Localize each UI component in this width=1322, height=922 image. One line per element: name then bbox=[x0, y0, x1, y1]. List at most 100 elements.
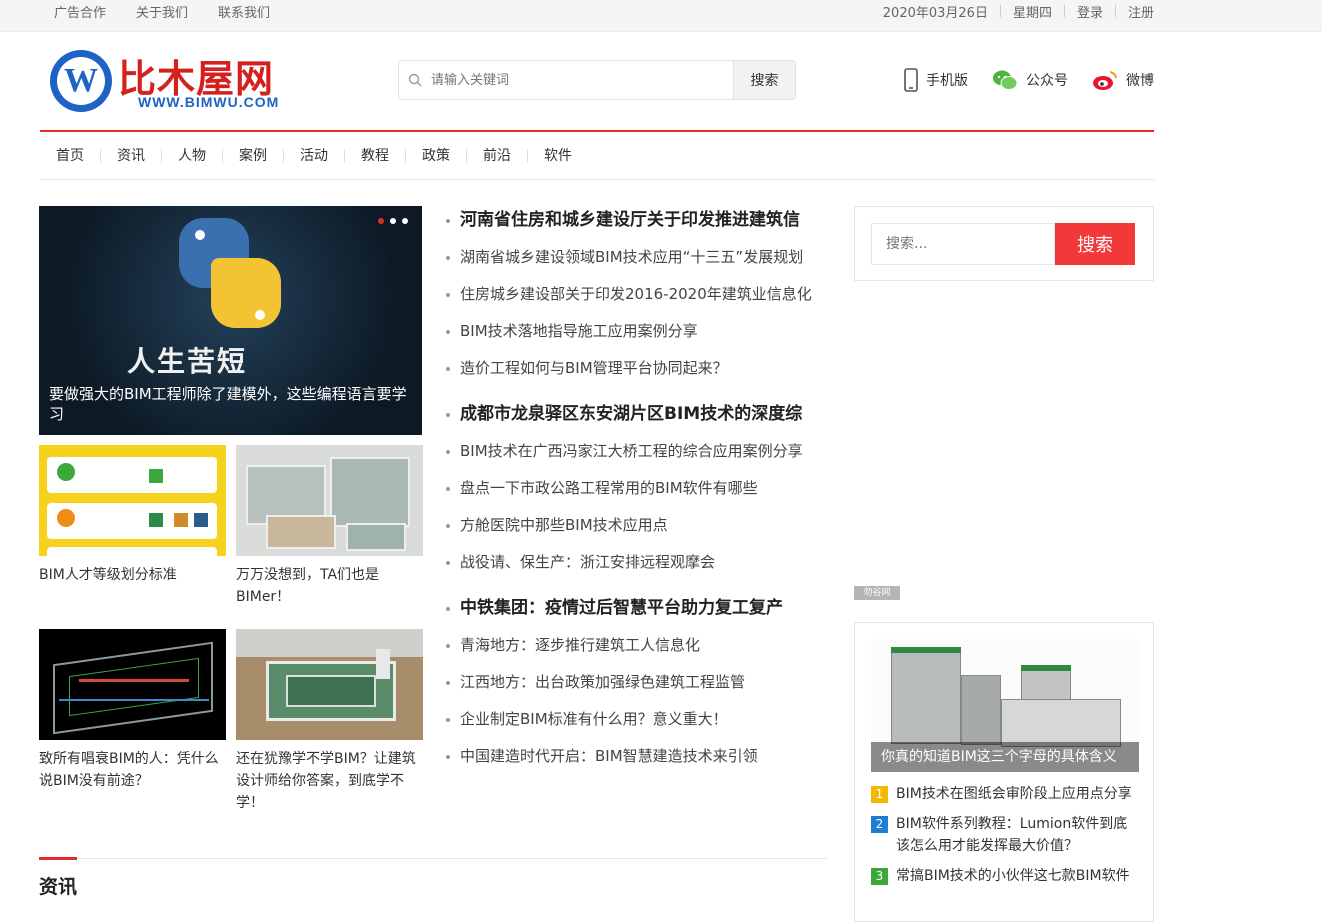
hot-list: 1 BIM技术在图纸会审阶段上应用点分享 2 BIM软件系列教程：Lumion软… bbox=[871, 783, 1141, 895]
divider bbox=[999, 5, 1001, 17]
sidebar-search-button[interactable]: 搜索 bbox=[1055, 223, 1135, 265]
section-accent bbox=[39, 857, 77, 860]
sidebar-search: 搜索 bbox=[854, 206, 1154, 281]
thumb-title[interactable]: 万万没想到，TA们也是BIMer！ bbox=[236, 564, 423, 608]
phone-icon bbox=[904, 68, 918, 92]
top-weekday: 星期四 bbox=[1012, 5, 1052, 21]
news-item[interactable]: 方舱医院中那些BIM技术应用点 bbox=[444, 511, 828, 539]
login-link[interactable]: 登录 bbox=[1077, 2, 1103, 21]
top-link-about[interactable]: 关于我们 bbox=[136, 2, 188, 21]
slider-dot[interactable] bbox=[390, 218, 396, 224]
nav-people[interactable]: 人物 bbox=[162, 148, 223, 163]
wechat-label: 公众号 bbox=[1026, 73, 1068, 89]
slider-dot[interactable] bbox=[402, 218, 408, 224]
weibo-link[interactable]: 微博 bbox=[1092, 69, 1154, 91]
news-headline[interactable]: 成都市龙泉驿区东安湖片区BIM技术的深度综 bbox=[444, 400, 828, 428]
thumb-image[interactable] bbox=[236, 445, 423, 556]
thumb-title[interactable]: 还在犹豫学不学BIM？让建筑设计师给你答案，到底学不学！ bbox=[236, 748, 423, 814]
slider-dots bbox=[378, 218, 408, 224]
news-item[interactable]: 造价工程如何与BIM管理平台协同起来？ bbox=[444, 354, 828, 382]
news-headline[interactable]: 河南省住房和城乡建设厅关于印发推进建筑信 bbox=[444, 206, 828, 234]
nav-software[interactable]: 软件 bbox=[528, 149, 588, 163]
top-links: 广告合作 关于我们 联系我们 bbox=[40, 2, 270, 21]
rank-badge: 1 bbox=[871, 786, 888, 803]
slider-caption[interactable]: 要做强大的BIM工程师除了建模外，这些编程语言要学习 bbox=[49, 384, 419, 424]
news-list: 河南省住房和城乡建设厅关于印发推进建筑信 湖南省城乡建设领域BIM技术应用“十三… bbox=[444, 206, 828, 788]
top-right: 2020年03月26日 星期四 登录 注册 bbox=[883, 2, 1154, 21]
site-logo[interactable]: W 比木屋网 WWW.BIMWU.COM bbox=[50, 48, 320, 114]
thumb-title[interactable]: BIM人才等级划分标准 bbox=[39, 564, 226, 586]
header-search: 搜索 bbox=[398, 60, 796, 100]
news-item[interactable]: 住房城乡建设部关于印发2016-2020年建筑业信息化 bbox=[444, 280, 828, 308]
news-item[interactable]: 湖南省城乡建设领域BIM技术应用“十三五”发展规划 bbox=[444, 243, 828, 271]
hot-item-title[interactable]: BIM软件系列教程：Lumion软件到底该怎么用才能发挥最大价值？ bbox=[896, 813, 1141, 857]
section-divider bbox=[39, 858, 827, 859]
mobile-link[interactable]: 手机版 bbox=[904, 68, 968, 92]
header: W 比木屋网 WWW.BIMWU.COM 搜索 手机版 公众号 微博 bbox=[40, 32, 1154, 130]
weibo-icon bbox=[1093, 71, 1117, 90]
slider-calligraphy: 人生苦短 bbox=[127, 345, 248, 378]
news-item[interactable]: BIM技术落地指导施工应用案例分享 bbox=[444, 317, 828, 345]
hot-item[interactable]: 3 常搞BIM技术的小伙伴这七款BIM软件 bbox=[871, 865, 1141, 887]
ad-tag: 勿谷网 bbox=[854, 586, 900, 600]
register-link[interactable]: 注册 bbox=[1128, 2, 1154, 21]
hot-item[interactable]: 1 BIM技术在图纸会审阶段上应用点分享 bbox=[871, 783, 1141, 805]
divider bbox=[1063, 5, 1065, 17]
hot-image-caption[interactable]: 你真的知道BIM这三个字母的具体含义 bbox=[871, 742, 1139, 772]
thumb-card[interactable]: BIM人才等级划分标准 bbox=[39, 445, 226, 586]
search-icon bbox=[399, 61, 431, 99]
sidebar-search-input[interactable] bbox=[871, 223, 1055, 265]
hot-item-title[interactable]: BIM技术在图纸会审阶段上应用点分享 bbox=[896, 783, 1132, 805]
top-bar: 广告合作 关于我们 联系我们 2020年03月26日 星期四 登录 注册 bbox=[0, 0, 1322, 32]
news-group: 中铁集团：疫情过后智慧平台助力复工复产 青海地方：逐步推行建筑工人信息化 江西地… bbox=[444, 594, 828, 770]
thumb-card[interactable]: 致所有唱衰BIM的人：凭什么说BIM没有前途？ bbox=[39, 629, 226, 792]
news-item[interactable]: 中国建造时代开启：BIM智慧建造技术来引领 bbox=[444, 742, 828, 770]
hot-articles: 你真的知道BIM这三个字母的具体含义 1 BIM技术在图纸会审阶段上应用点分享 … bbox=[854, 622, 1154, 922]
nav-policy[interactable]: 政策 bbox=[406, 148, 467, 163]
wechat-icon bbox=[993, 70, 1018, 90]
news-item[interactable]: 战役请、保生产：浙江安排远程观摩会 bbox=[444, 548, 828, 576]
search-button[interactable]: 搜索 bbox=[733, 61, 795, 99]
python-logo-dot bbox=[195, 230, 205, 240]
section-title[interactable]: 资讯 bbox=[39, 872, 77, 899]
logo-letter: W bbox=[57, 57, 105, 105]
search-input[interactable] bbox=[431, 61, 733, 99]
logo-emblem: W bbox=[50, 50, 112, 112]
thumb-card[interactable]: 万万没想到，TA们也是BIMer！ bbox=[236, 445, 423, 608]
nav-cases[interactable]: 案例 bbox=[223, 148, 284, 163]
mobile-label: 手机版 bbox=[926, 73, 968, 89]
news-headline[interactable]: 中铁集团：疫情过后智慧平台助力复工复产 bbox=[444, 594, 828, 622]
nav-home[interactable]: 首页 bbox=[40, 148, 101, 163]
news-item[interactable]: 青海地方：逐步推行建筑工人信息化 bbox=[444, 631, 828, 659]
nav-events[interactable]: 活动 bbox=[284, 148, 345, 163]
thumb-title[interactable]: 致所有唱衰BIM的人：凭什么说BIM没有前途？ bbox=[39, 748, 226, 792]
thumb-card[interactable]: 还在犹豫学不学BIM？让建筑设计师给你答案，到底学不学！ bbox=[236, 629, 423, 814]
nav-frontier[interactable]: 前沿 bbox=[467, 148, 528, 163]
thumb-image[interactable] bbox=[39, 445, 226, 556]
thumb-image[interactable] bbox=[236, 629, 423, 740]
top-date: 2020年03月26日 bbox=[882, 5, 988, 21]
top-link-contact[interactable]: 联系我们 bbox=[218, 2, 270, 21]
featured-slider[interactable]: 人生苦短 要做强大的BIM工程师除了建模外，这些编程语言要学习 bbox=[39, 206, 422, 435]
nav-tutorials[interactable]: 教程 bbox=[345, 148, 406, 163]
weibo-label: 微博 bbox=[1126, 73, 1154, 89]
rank-badge: 2 bbox=[871, 816, 888, 833]
hot-item[interactable]: 2 BIM软件系列教程：Lumion软件到底该怎么用才能发挥最大价值？ bbox=[871, 813, 1141, 857]
divider bbox=[1114, 5, 1116, 17]
top-link-ads[interactable]: 广告合作 bbox=[54, 2, 106, 21]
hot-item-title[interactable]: 常搞BIM技术的小伙伴这七款BIM软件 bbox=[896, 865, 1130, 887]
nav-news[interactable]: 资讯 bbox=[101, 148, 162, 163]
news-group: 成都市龙泉驿区东安湖片区BIM技术的深度综 BIM技术在广西冯家江大桥工程的综合… bbox=[444, 400, 828, 576]
header-links: 手机版 公众号 微博 bbox=[904, 68, 1154, 92]
hot-image[interactable]: 你真的知道BIM这三个字母的具体含义 bbox=[871, 639, 1139, 772]
news-item[interactable]: BIM技术在广西冯家江大桥工程的综合应用案例分享 bbox=[444, 437, 828, 465]
logo-url: WWW.BIMWU.COM bbox=[138, 94, 280, 110]
news-item[interactable]: 江西地方：出台政策加强绿色建筑工程监管 bbox=[444, 668, 828, 696]
thumb-image[interactable] bbox=[39, 629, 226, 740]
news-item[interactable]: 企业制定BIM标准有什么用？意义重大！ bbox=[444, 705, 828, 733]
news-item[interactable]: 盘点一下市政公路工程常用的BIM软件有哪些 bbox=[444, 474, 828, 502]
main-nav: 首页 资讯 人物 案例 活动 教程 政策 前沿 软件 bbox=[40, 132, 1154, 180]
slider-dot[interactable] bbox=[378, 218, 384, 224]
news-group: 河南省住房和城乡建设厅关于印发推进建筑信 湖南省城乡建设领域BIM技术应用“十三… bbox=[444, 206, 828, 382]
wechat-link[interactable]: 公众号 bbox=[992, 69, 1068, 91]
